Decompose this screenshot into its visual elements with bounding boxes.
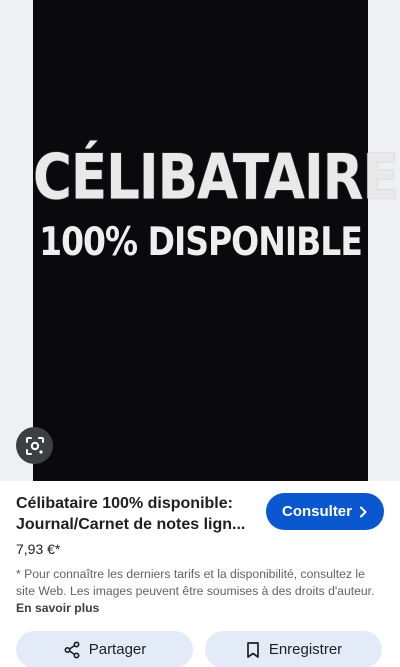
share-button-label: Partager <box>88 641 147 658</box>
cover-subtitle: 100% DISPONIBLE <box>39 218 363 265</box>
disclaimer-text: * Pour connaître les derniers tarifs et … <box>16 567 375 598</box>
save-button[interactable]: Enregistrer <box>205 631 382 667</box>
lens-icon <box>25 436 44 455</box>
consult-button-label: Consulter <box>281 503 352 520</box>
consult-button[interactable]: Consulter <box>266 493 384 530</box>
bookmark-icon <box>246 641 259 658</box>
save-button-label: Enregistrer <box>268 641 343 658</box>
product-price: 7,93 €* <box>16 541 61 557</box>
share-button[interactable]: Partager <box>16 631 193 667</box>
product-title-line-1: Célibataire 100% disponible: <box>16 495 233 512</box>
product-title[interactable]: Célibataire 100% disponible: Journal/Car… <box>16 493 261 535</box>
image-preview[interactable]: CÉLIBATAIRE 100% DISPONIBLE <box>0 0 400 481</box>
book-cover-image: CÉLIBATAIRE 100% DISPONIBLE <box>33 0 399 481</box>
disclaimer: * Pour connaître les derniers tarifs et … <box>16 566 376 617</box>
product-title-line-2: Journal/Carnet de notes lign... <box>16 516 246 533</box>
cover-title: CÉLIBATAIRE <box>33 142 399 214</box>
share-icon <box>64 640 80 659</box>
chevron-right-icon <box>360 506 367 517</box>
lens-search-button[interactable] <box>16 427 53 464</box>
learn-more-link[interactable]: En savoir plus <box>16 601 99 615</box>
